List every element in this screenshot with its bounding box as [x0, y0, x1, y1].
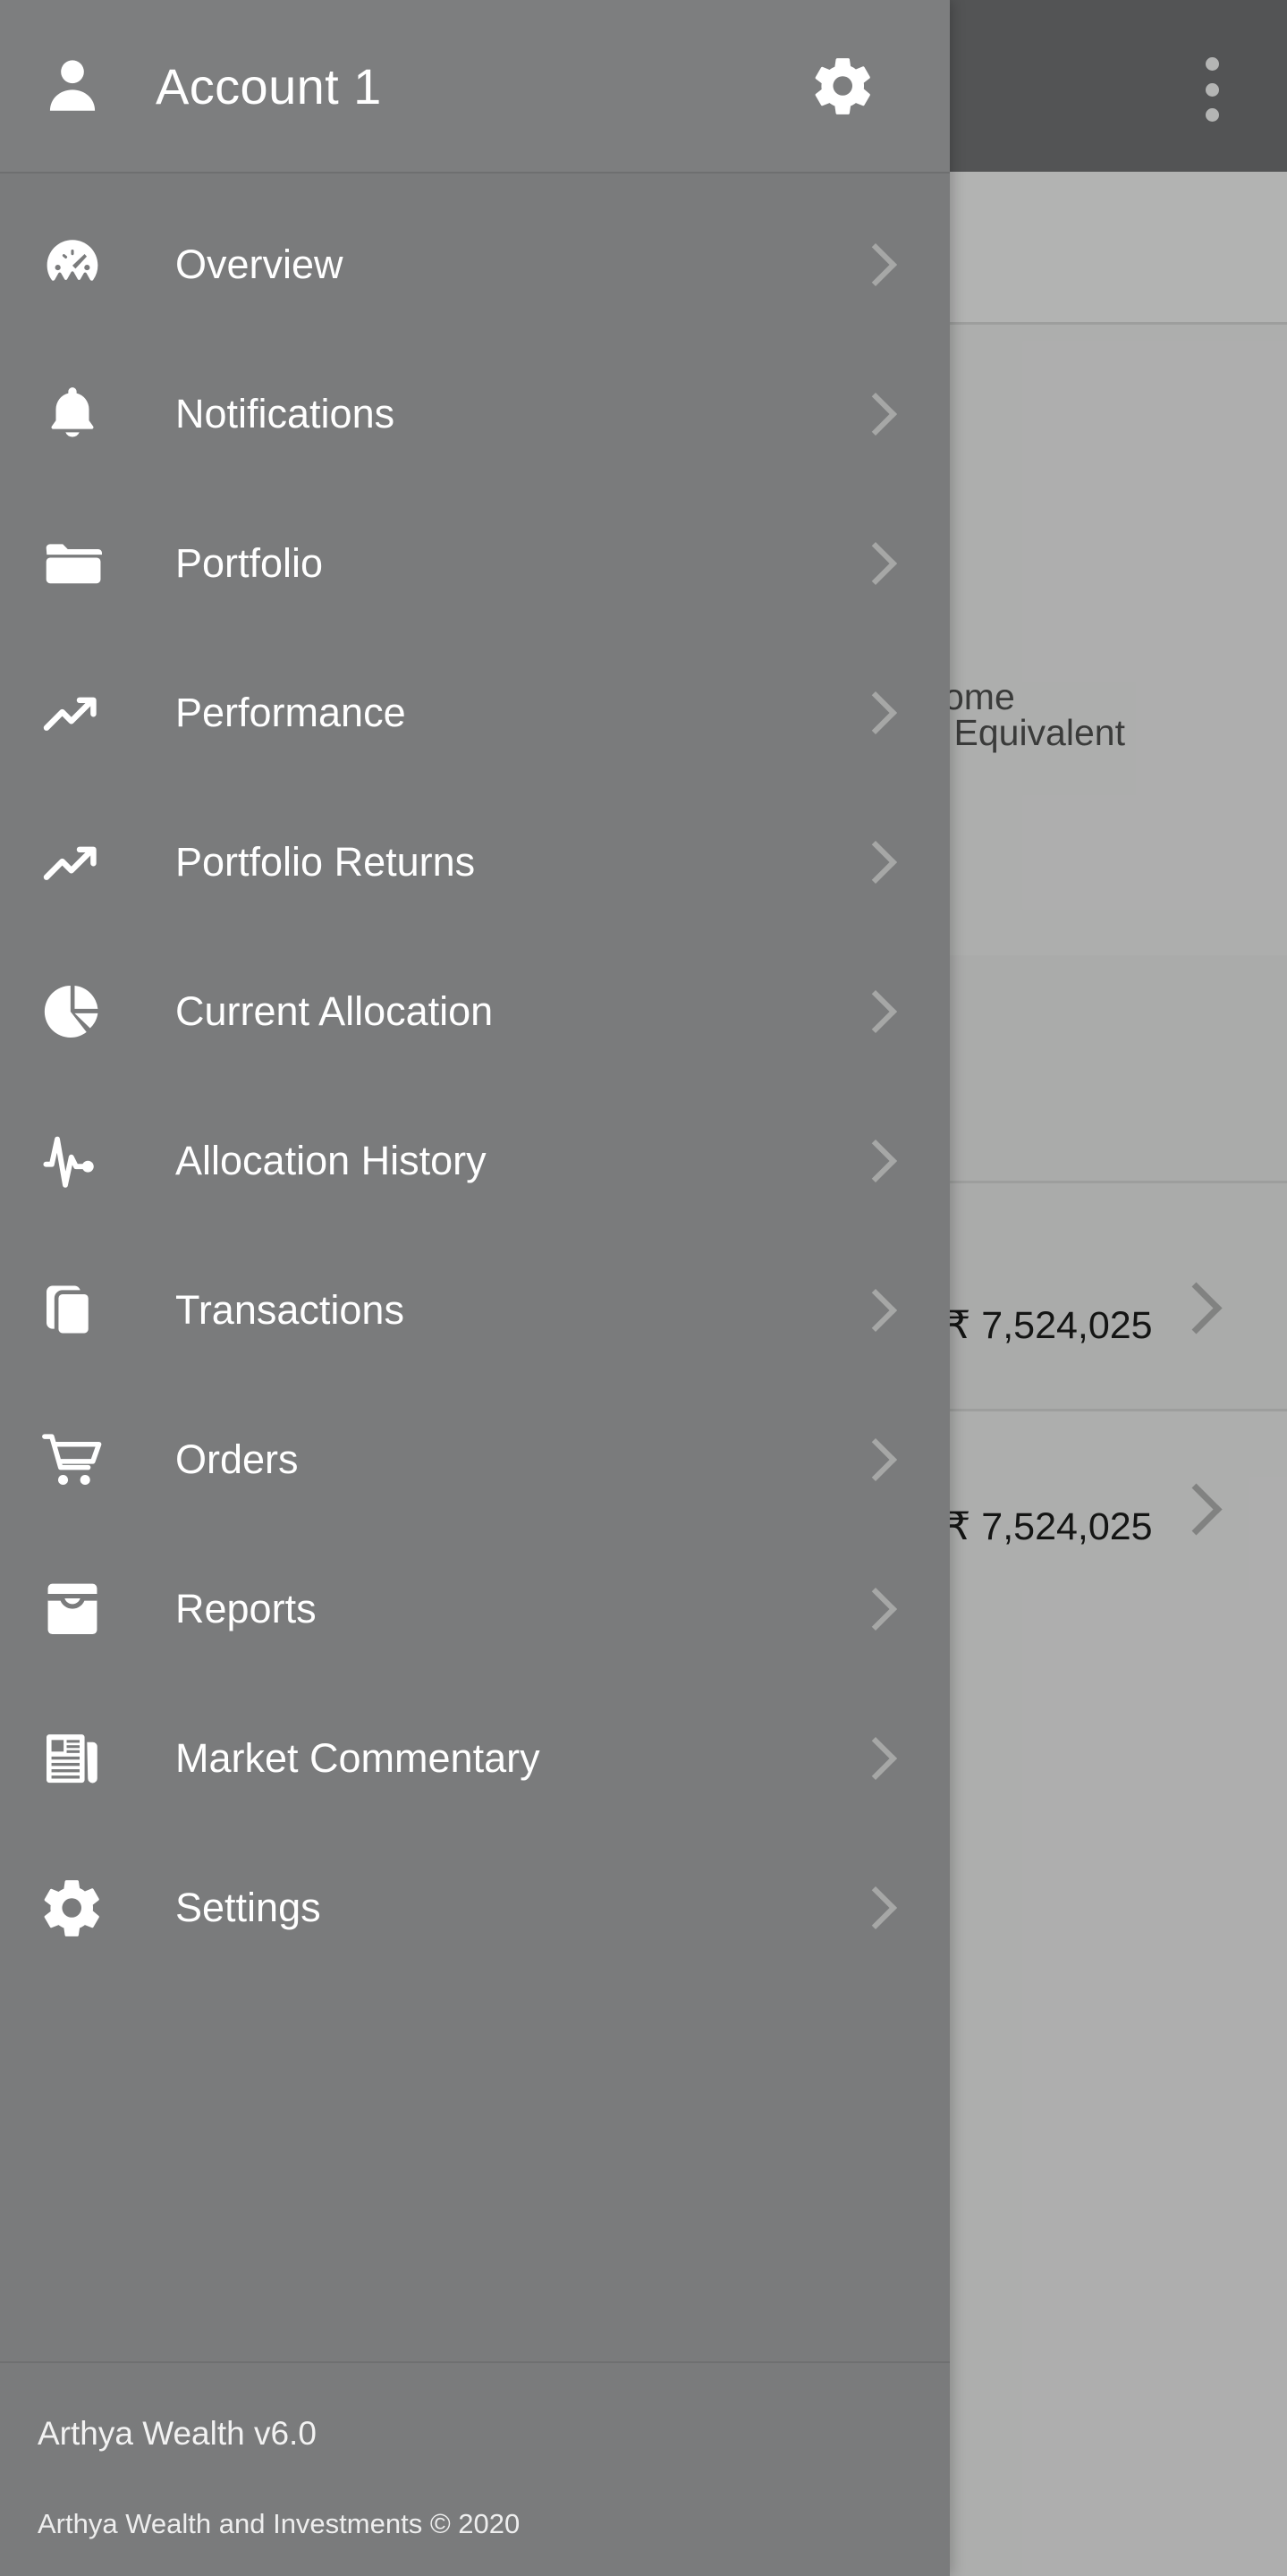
chevron-right-icon: [853, 1288, 898, 1332]
sidebar-item-transactions[interactable]: Transactions: [0, 1235, 950, 1385]
drawer-menu-list: Overview Notifications Portfolio Perform…: [0, 174, 950, 2361]
background-row-amount: ₹ 7,524,025: [946, 1304, 1153, 1347]
chevron-right-icon: [853, 1437, 898, 1481]
sidebar-item-notifications[interactable]: Notifications: [0, 339, 950, 488]
chevron-right-icon: [853, 242, 898, 286]
account-title: Account 1: [156, 57, 382, 114]
overflow-menu-icon[interactable]: [1181, 54, 1243, 125]
inbox-tray-icon: [38, 1574, 107, 1644]
background-label-cash-equivalent: l Equivalent: [936, 712, 1125, 753]
person-icon: [41, 55, 104, 117]
pulse-icon: [38, 1126, 107, 1196]
chevron-right-icon: [853, 691, 898, 734]
drawer-header: Account 1: [0, 0, 950, 174]
sidebar-item-settings[interactable]: Settings: [0, 1833, 950, 1982]
speedometer-icon: [38, 230, 107, 300]
overflow-dot: [1205, 108, 1219, 122]
chevron-right-icon: [853, 989, 898, 1033]
sidebar-item-label: Orders: [175, 1436, 299, 1482]
sidebar-item-portfolio[interactable]: Portfolio: [0, 488, 950, 638]
copyright-label: Arthya Wealth and Investments © 2020: [38, 2508, 521, 2539]
chevron-right-icon: [853, 541, 898, 585]
sidebar-item-market-commentary[interactable]: Market Commentary: [0, 1683, 950, 1833]
chevron-right-icon: [853, 1587, 898, 1631]
trending-up-icon: [38, 827, 107, 897]
chevron-right-icon: [853, 392, 898, 436]
shopping-cart-icon: [38, 1425, 107, 1495]
drawer-footer: Arthya Wealth v6.0 Arthya Wealth and Inv…: [0, 2361, 950, 2576]
sidebar-item-label: Portfolio Returns: [175, 838, 476, 885]
sidebar-item-reports[interactable]: Reports: [0, 1534, 950, 1683]
chevron-right-icon: [853, 1885, 898, 1929]
app-screen: ome l Equivalent ₹ 7,524,025 ₹ 7,524,025: [0, 0, 1287, 2576]
chevron-right-icon: [853, 840, 898, 884]
pie-chart-icon: [38, 977, 107, 1046]
sidebar-item-label: Settings: [175, 1884, 321, 1930]
chevron-right-icon: [853, 1736, 898, 1780]
sidebar-item-current-allocation[interactable]: Current Allocation: [0, 936, 950, 1086]
sidebar-item-label: Allocation History: [175, 1137, 487, 1183]
sidebar-item-portfolio-returns[interactable]: Portfolio Returns: [0, 787, 950, 936]
sidebar-item-label: Market Commentary: [175, 1734, 540, 1781]
sidebar-item-orders[interactable]: Orders: [0, 1385, 950, 1534]
trending-up-icon: [38, 678, 107, 748]
app-version-label: Arthya Wealth v6.0: [38, 2415, 317, 2452]
sidebar-item-performance[interactable]: Performance: [0, 638, 950, 787]
sidebar-item-label: Portfolio: [175, 539, 324, 586]
sidebar-item-allocation-history[interactable]: Allocation History: [0, 1086, 950, 1235]
bell-icon: [38, 379, 107, 449]
folder-icon: [38, 529, 107, 598]
newspaper-icon: [38, 1724, 107, 1793]
gear-icon[interactable]: [810, 53, 876, 119]
background-row-amount: ₹ 7,524,025: [946, 1505, 1153, 1548]
sidebar-item-label: Performance: [175, 689, 406, 735]
sidebar-item-label: Current Allocation: [175, 987, 494, 1034]
navigation-drawer: Account 1 Overview Notifications Portfol…: [0, 0, 950, 2576]
background-row-chevron[interactable]: [1170, 1483, 1223, 1536]
gear-icon: [38, 1873, 107, 1943]
sidebar-item-label: Transactions: [175, 1286, 404, 1333]
chevron-right-icon: [853, 1139, 898, 1182]
overflow-dot: [1205, 82, 1219, 97]
cards-stack-icon: [38, 1275, 107, 1345]
overflow-dot: [1205, 57, 1219, 71]
sidebar-item-label: Reports: [175, 1585, 317, 1631]
sidebar-item-label: Overview: [175, 241, 343, 287]
sidebar-item-overview[interactable]: Overview: [0, 190, 950, 339]
sidebar-item-label: Notifications: [175, 390, 395, 436]
